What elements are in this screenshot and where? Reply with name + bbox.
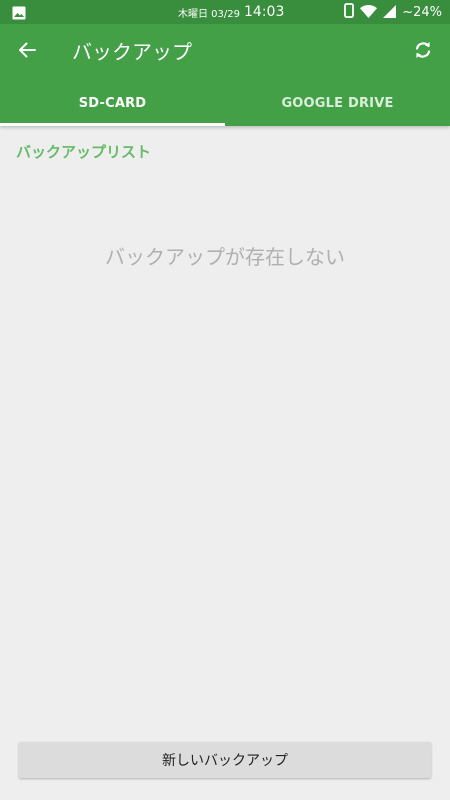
- page-title: バックアップ: [72, 40, 192, 64]
- empty-state-message: バックアップが存在しない: [105, 245, 345, 269]
- refresh-icon: [413, 40, 433, 64]
- image-icon: [12, 5, 26, 20]
- tab-bar: SD-CARD GOOGLE DRIVE: [0, 80, 450, 126]
- status-time: 14:03: [244, 4, 285, 20]
- phone-icon: [344, 2, 355, 22]
- wifi-icon: [360, 3, 378, 22]
- status-day: 木曜日 03/29: [178, 8, 240, 20]
- tab-label: GOOGLE DRIVE: [281, 95, 394, 111]
- signal-icon: [383, 3, 397, 22]
- tab-indicator: [0, 123, 225, 126]
- backup-list-heading: バックアップリスト: [16, 143, 152, 161]
- tab-label: SD-CARD: [78, 95, 147, 111]
- tab-google-drive[interactable]: GOOGLE DRIVE: [225, 80, 450, 126]
- status-bar: 木曜日 03/29 14:03 ~24%: [0, 0, 450, 24]
- refresh-button[interactable]: [410, 39, 436, 65]
- app-bar: バックアップ: [0, 24, 450, 80]
- new-backup-label: 新しいバックアップ: [162, 753, 288, 769]
- tab-sd-card[interactable]: SD-CARD: [0, 80, 225, 126]
- status-indicators: ~24%: [344, 0, 442, 24]
- arrow-back-icon: [18, 41, 36, 63]
- battery-text: ~24%: [402, 4, 442, 20]
- back-button[interactable]: [14, 39, 40, 65]
- status-clock: 木曜日 03/29 14:03: [178, 0, 284, 24]
- new-backup-button[interactable]: 新しいバックアップ: [19, 742, 431, 778]
